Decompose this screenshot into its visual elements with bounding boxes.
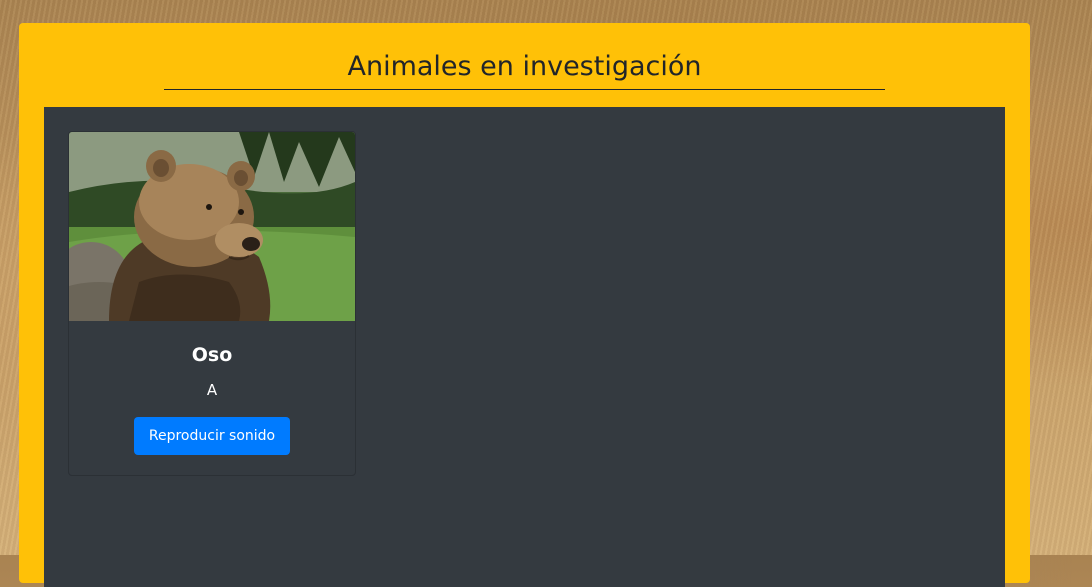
bear-image xyxy=(69,132,355,321)
animal-letter: A xyxy=(206,381,218,399)
animal-name: Oso xyxy=(191,344,233,366)
animals-container: Oso A Reproducir sonido xyxy=(44,107,1005,587)
animal-card: Oso A Reproducir sonido xyxy=(68,131,356,476)
page-title: Animales en investigación xyxy=(164,49,885,90)
main-panel: Animales en investigación Oso A Reproduc… xyxy=(19,23,1030,587)
play-sound-button[interactable]: Reproducir sonido xyxy=(134,417,290,455)
